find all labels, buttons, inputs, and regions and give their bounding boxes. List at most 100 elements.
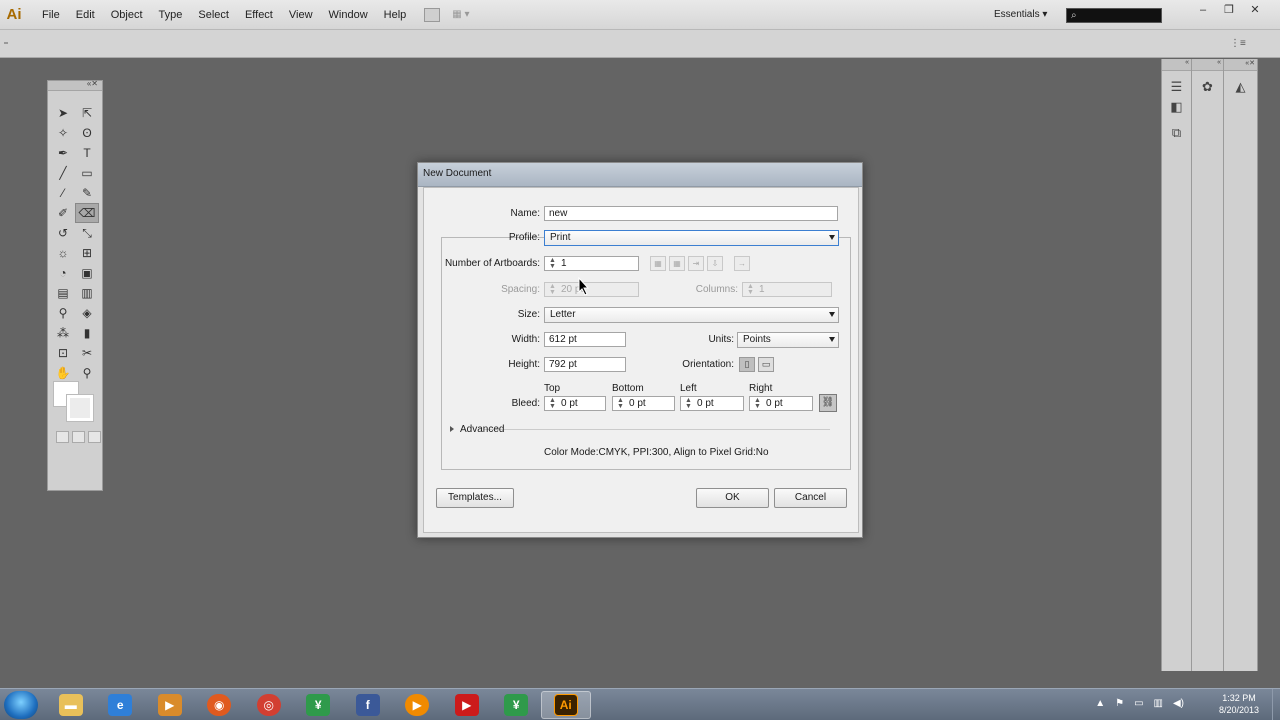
workspace-switcher[interactable]: Essentials ▾ [994,9,1047,20]
stepper-arrows-icon[interactable]: ▲ ▼ [685,397,694,410]
blob-brush-tool-icon[interactable]: ✐ [51,203,75,223]
line-tool-icon[interactable]: ╱ [51,163,75,183]
start-button[interactable] [4,691,38,719]
bleed-left-field[interactable]: ▲ ▼ 0 pt [680,396,744,411]
units-select[interactable]: Points [737,332,839,348]
symbol-sprayer-tool-icon[interactable]: ⁂ [51,323,75,343]
eyedropper-tool-icon[interactable]: ⚲ [51,303,75,323]
taskbar-app-green-2[interactable]: ¥ [492,691,542,719]
type-tool-icon[interactable]: T [75,143,99,163]
landscape-orientation-icon[interactable]: ▭ [758,357,774,372]
dialog-title[interactable]: New Document [418,163,862,187]
stroke-swatch[interactable] [66,394,94,422]
pen-tool-icon[interactable]: ✒ [51,143,75,163]
help-search-input[interactable]: ⌕ [1066,8,1162,23]
height-field[interactable]: 792 pt [544,357,626,372]
menu-effect[interactable]: Effect [237,0,281,30]
color-button-icon[interactable] [56,431,69,443]
blend-tool-icon[interactable]: ◈ [75,303,99,323]
menu-type[interactable]: Type [151,0,191,30]
none-button-icon[interactable] [88,431,101,443]
gradient-button-icon[interactable] [72,431,85,443]
cancel-button[interactable]: Cancel [774,488,847,508]
control-bar-grip[interactable] [4,42,8,44]
scale-tool-icon[interactable]: ⤡ [75,223,99,243]
bleed-bottom-field[interactable]: ▲ ▼ 0 pt [612,396,675,411]
hand-tool-icon[interactable]: ✋ [51,363,75,383]
stepper-arrows-icon[interactable]: ▲ ▼ [617,397,626,410]
bleed-right-field[interactable]: ▲ ▼ 0 pt [749,396,813,411]
name-field[interactable]: new [544,206,838,221]
menu-edit[interactable]: Edit [68,0,103,30]
shape-builder-tool-icon[interactable]: ◔ [51,263,75,283]
dock-collapse-icon[interactable]: « [1162,59,1191,71]
bridge-button[interactable] [424,7,441,22]
menu-select[interactable]: Select [190,0,237,30]
gradient-tool-icon[interactable]: ▥ [75,283,99,303]
display-icon[interactable]: ▭ [1134,698,1143,709]
templates-button[interactable]: Templates... [436,488,514,508]
symbols-panel-icon[interactable]: ✿ [1197,77,1219,97]
control-panel-menu-icon[interactable]: ⋮≡ [1230,38,1246,50]
artboards-stepper[interactable]: ▲ ▼ 1 [544,256,639,271]
dock-collapse-icon-2[interactable]: « [1192,59,1223,71]
direct-selection-tool-icon[interactable]: ⇱ [75,103,99,123]
portrait-orientation-icon[interactable]: ▯ [739,357,755,372]
fill-stroke-swatch[interactable] [53,381,97,425]
close-icon[interactable]: ✕ [1248,3,1262,17]
menu-help[interactable]: Help [376,0,415,30]
swatches-panel-icon[interactable]: ◧ [1166,97,1188,117]
taskbar-youtube[interactable]: ▶ [442,691,492,719]
stepper-arrows-icon[interactable]: ▲ ▼ [549,397,558,410]
taskbar-vlc[interactable]: ▶ [393,691,443,719]
layers-panel-icon[interactable]: ⧉ [1166,123,1188,143]
link-bleed-icon[interactable]: ⛓ [819,394,837,412]
color-panel-icon[interactable]: ☰ [1166,77,1188,97]
show-desktop-button[interactable] [1272,689,1280,720]
artboard-tool-icon[interactable]: ⊡ [51,343,75,363]
taskbar-clock[interactable]: 1:32 PM 8/20/2013 [1210,692,1268,716]
taskbar-ie[interactable]: e [96,691,146,719]
pencil-tool-icon[interactable]: ✎ [75,183,99,203]
rotate-tool-icon[interactable]: ↺ [51,223,75,243]
taskbar-explorer[interactable]: ▬ [46,691,96,719]
arrange-documents-button[interactable]: ▦ ▾ [452,8,474,22]
warp-tool-icon[interactable]: ☼ [51,243,75,263]
paintbrush-tool-icon[interactable]: ⁄ [51,183,75,203]
volume-icon[interactable]: ◀) [1173,698,1184,709]
profile-select[interactable]: Print [544,230,839,246]
taskbar-firefox[interactable]: ◉ [195,691,245,719]
action-center-icon[interactable]: ⚑ [1115,698,1124,709]
free-transform-tool-icon[interactable]: ⊞ [75,243,99,263]
zoom-tool-icon[interactable]: ⚲ [75,363,99,383]
ok-button[interactable]: OK [696,488,769,508]
menu-window[interactable]: Window [321,0,376,30]
menu-view[interactable]: View [281,0,321,30]
slice-tool-icon[interactable]: ✂ [75,343,99,363]
live-paint-tool-icon[interactable]: ▣ [75,263,99,283]
dock-collapse-icon-3[interactable]: «✕ [1224,59,1257,71]
menu-file[interactable]: File [34,0,68,30]
menu-object[interactable]: Object [103,0,151,30]
stepper-arrows-icon[interactable]: ▲ ▼ [754,397,763,410]
network-icon[interactable]: ▥ [1154,698,1163,709]
taskbar-illustrator[interactable]: Ai [541,691,591,719]
column-graph-tool-icon[interactable]: ▮ [75,323,99,343]
width-field[interactable]: 612 pt [544,332,626,347]
magic-wand-tool-icon[interactable]: ✧ [51,123,75,143]
selection-tool-icon[interactable]: ➤ [51,103,75,123]
taskbar-chrome[interactable]: ◎ [244,691,294,719]
tools-panel-header[interactable]: «✕ [48,79,102,91]
lasso-tool-icon[interactable]: ʘ [75,123,99,143]
size-select[interactable]: Letter [544,307,839,323]
advanced-toggle[interactable]: Advanced [450,424,550,435]
restore-icon[interactable]: ❐ [1222,3,1236,17]
taskbar-facebook[interactable]: f [343,691,393,719]
panel-collapse-icon[interactable]: «✕ [87,79,98,88]
minimize-icon[interactable]: – [1196,3,1210,17]
graphic-styles-panel-icon[interactable]: ◭ [1230,77,1252,97]
rectangle-tool-icon[interactable]: ▭ [75,163,99,183]
bleed-top-field[interactable]: ▲ ▼ 0 pt [544,396,606,411]
tray-expand-icon[interactable]: ▲ [1095,698,1105,709]
eraser-tool-icon[interactable]: ⌫ [75,203,99,223]
